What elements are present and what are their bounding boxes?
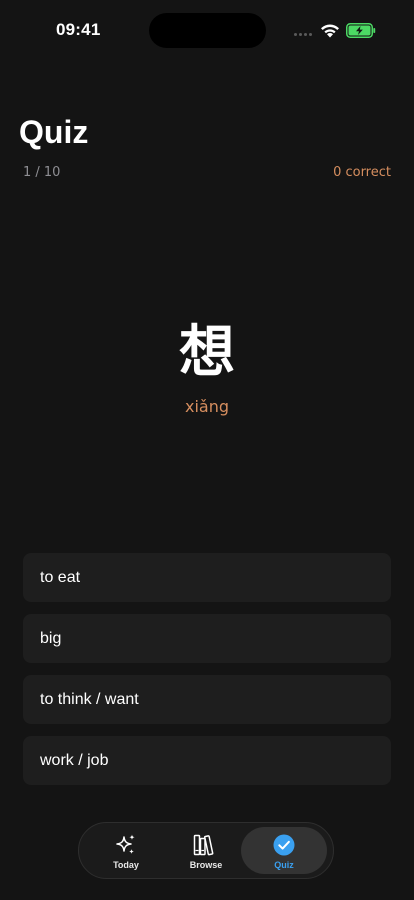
- quiz-pinyin: xiǎng: [184, 397, 229, 416]
- tab-label: Quiz: [274, 860, 294, 870]
- answer-option[interactable]: work / job: [23, 736, 391, 785]
- tab-today[interactable]: Today: [83, 827, 169, 874]
- status-bar: 09:41: [0, 0, 414, 60]
- tab-bar: Today Browse Quiz: [78, 822, 334, 879]
- wifi-icon: [321, 24, 339, 38]
- tab-label: Browse: [189, 860, 223, 870]
- cellular-signal-icon: [294, 33, 312, 36]
- quiz-character: 想: [179, 320, 235, 385]
- battery-charging-icon: [346, 23, 376, 38]
- tab-browse[interactable]: Browse: [163, 827, 249, 874]
- page-title: Quiz: [19, 114, 89, 150]
- dynamic-island: [149, 13, 266, 48]
- status-time: 09:41: [56, 20, 101, 39]
- tab-quiz[interactable]: Quiz: [241, 827, 327, 874]
- answer-option[interactable]: to think / want: [23, 675, 391, 724]
- question-progress: 1 / 10: [23, 165, 61, 180]
- answer-option[interactable]: big: [23, 614, 391, 663]
- answer-option[interactable]: to eat: [23, 553, 391, 602]
- tab-label: Today: [113, 860, 139, 870]
- checkmark-circle-icon: [273, 834, 295, 856]
- correct-count: 0 correct: [333, 165, 391, 180]
- answer-options: to eat big to think / want work / job: [23, 553, 391, 797]
- sparkles-icon: [116, 834, 135, 854]
- books-icon: [193, 834, 214, 856]
